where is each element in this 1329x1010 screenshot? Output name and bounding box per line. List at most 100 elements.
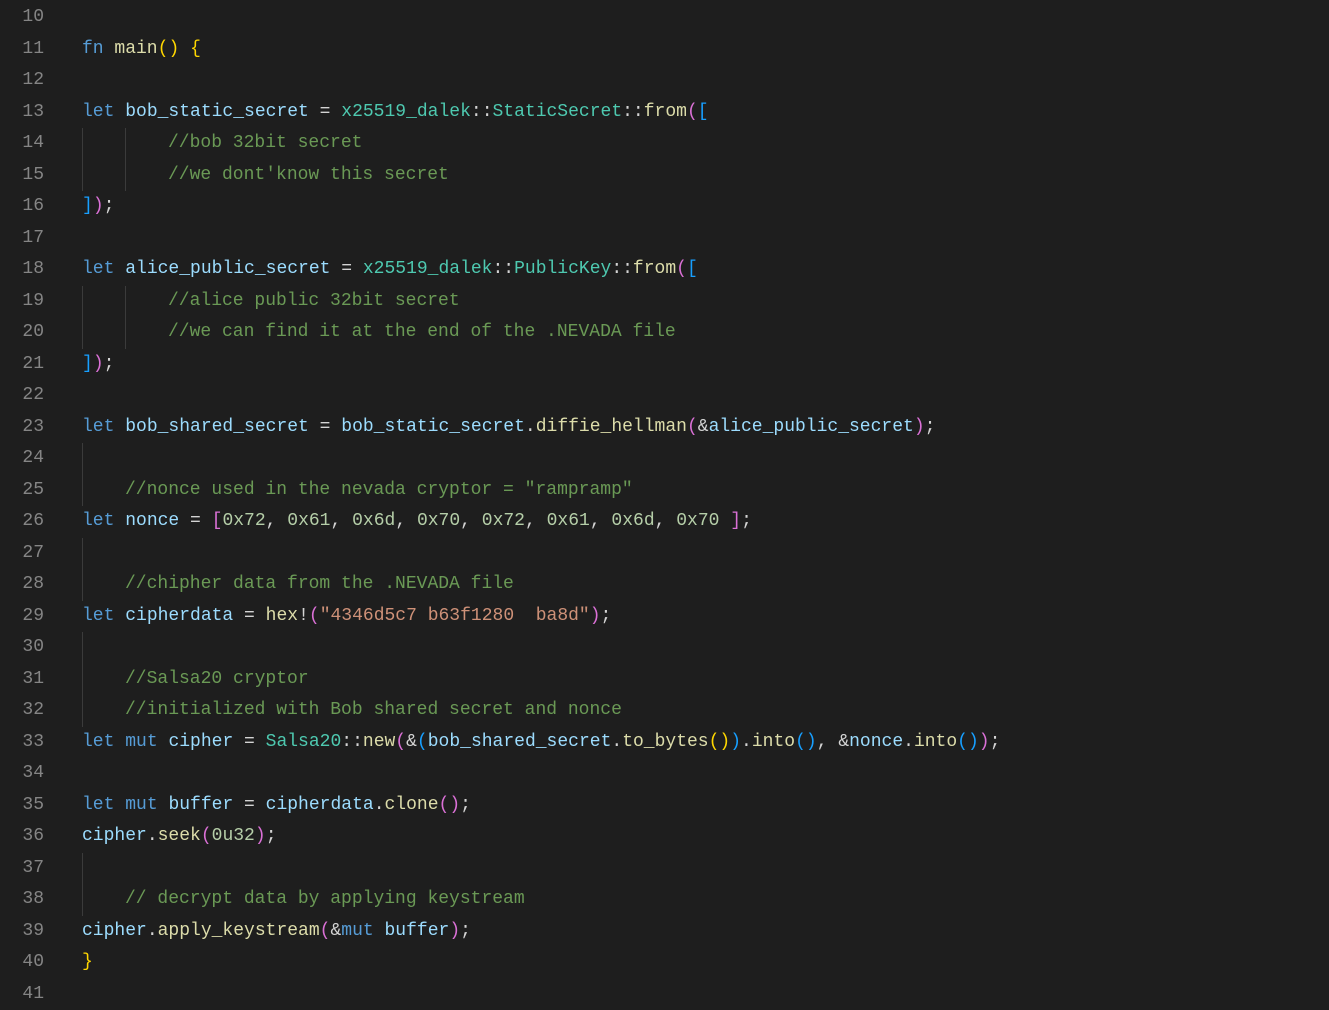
token-br2: [ xyxy=(212,506,223,538)
token-op: , xyxy=(460,506,482,538)
token-op: :: xyxy=(492,254,514,286)
token-num: 0x6d xyxy=(611,506,654,538)
token-var: cipher xyxy=(82,916,147,948)
code-line[interactable]: } xyxy=(66,947,1329,979)
token-var: cipherdata xyxy=(125,601,233,633)
token-br2: ( xyxy=(320,916,331,948)
token-op: . xyxy=(147,821,158,853)
code-line[interactable] xyxy=(66,443,1329,475)
code-line[interactable] xyxy=(66,538,1329,570)
code-line[interactable]: //alice public 32bit secret xyxy=(66,286,1329,318)
token-kw: fn xyxy=(82,34,114,66)
line-number: 24 xyxy=(0,443,44,475)
code-line[interactable]: fn main() { xyxy=(66,34,1329,66)
indent-guide xyxy=(66,191,82,223)
token-var: bob_static_secret xyxy=(341,412,525,444)
token-br3: ( xyxy=(417,727,428,759)
token-var: buffer xyxy=(168,790,233,822)
code-line[interactable]: ]); xyxy=(66,191,1329,223)
token-op: :: xyxy=(611,254,633,286)
indent-guide xyxy=(66,475,82,507)
token-cmt: // decrypt data by applying keystream xyxy=(125,884,525,916)
line-number: 10 xyxy=(0,2,44,34)
token-op: & xyxy=(838,727,849,759)
code-line[interactable]: //initialized with Bob shared secret and… xyxy=(66,695,1329,727)
code-line[interactable]: //nonce used in the nevada cryptor = "ra… xyxy=(66,475,1329,507)
token-br2: ( xyxy=(439,790,450,822)
line-number: 30 xyxy=(0,632,44,664)
token-op: ; xyxy=(925,412,936,444)
code-line[interactable] xyxy=(66,380,1329,412)
code-line[interactable]: let alice_public_secret = x25519_dalek::… xyxy=(66,254,1329,286)
token-op: , xyxy=(331,506,353,538)
token-cmt: //we dont'know this secret xyxy=(168,160,449,192)
token-op: ; xyxy=(990,727,1001,759)
token-var: cipher xyxy=(168,727,233,759)
token-var: bob_shared_secret xyxy=(428,727,612,759)
code-line[interactable]: //we dont'know this secret xyxy=(66,160,1329,192)
token-kw: let xyxy=(82,601,125,633)
token-op: , xyxy=(817,727,839,759)
indent-guide xyxy=(66,569,82,601)
token-br2: ( xyxy=(309,601,320,633)
code-line[interactable]: // decrypt data by applying keystream xyxy=(66,884,1329,916)
line-number: 36 xyxy=(0,821,44,853)
token-kw: let xyxy=(82,506,125,538)
code-line[interactable] xyxy=(66,979,1329,1010)
code-line[interactable]: let mut buffer = cipherdata.clone(); xyxy=(66,790,1329,822)
token-var: bob_shared_secret xyxy=(125,412,309,444)
code-line[interactable] xyxy=(66,632,1329,664)
code-line[interactable]: let cipherdata = hex!("4346d5c7 b63f1280… xyxy=(66,601,1329,633)
code-line[interactable] xyxy=(66,758,1329,790)
token-op: ; xyxy=(741,506,752,538)
token-var: nonce xyxy=(125,506,179,538)
code-line[interactable]: //Salsa20 cryptor xyxy=(66,664,1329,696)
code-line[interactable] xyxy=(66,853,1329,885)
code-editor[interactable]: 1011121314151617181920212223242526272829… xyxy=(0,0,1329,1004)
token-br2: ) xyxy=(449,916,460,948)
token-cmt: //chipher data from the .NEVADA file xyxy=(125,569,514,601)
line-number: 38 xyxy=(0,884,44,916)
token-ns: x25519_dalek xyxy=(363,254,493,286)
line-number: 32 xyxy=(0,695,44,727)
token-br2: ] xyxy=(730,506,741,538)
code-line[interactable]: let nonce = [0x72, 0x61, 0x6d, 0x70, 0x7… xyxy=(66,506,1329,538)
line-number: 19 xyxy=(0,286,44,318)
token-br2: ) xyxy=(979,727,990,759)
token-op: :: xyxy=(622,97,644,129)
token-num: 0x61 xyxy=(287,506,330,538)
indent-guide xyxy=(66,758,82,790)
code-line[interactable] xyxy=(66,65,1329,97)
code-line[interactable]: cipher.apply_keystream(&mut buffer); xyxy=(66,916,1329,948)
indent-guide xyxy=(82,569,125,601)
token-mac: hex xyxy=(266,601,298,633)
token-op: = xyxy=(233,790,265,822)
code-line[interactable]: //bob 32bit secret xyxy=(66,128,1329,160)
code-area[interactable]: fn main() { let bob_static_secret = x2551… xyxy=(66,2,1329,1004)
code-line[interactable]: let mut cipher = Salsa20::new(&(bob_shar… xyxy=(66,727,1329,759)
token-op: = xyxy=(233,601,265,633)
code-line[interactable] xyxy=(66,223,1329,255)
code-line[interactable]: //we can find it at the end of the .NEVA… xyxy=(66,317,1329,349)
code-line[interactable]: let bob_shared_secret = bob_static_secre… xyxy=(66,412,1329,444)
line-number: 33 xyxy=(0,727,44,759)
token-num: 0x72 xyxy=(222,506,265,538)
token-num: 0x70 xyxy=(676,506,719,538)
code-line[interactable]: let bob_static_secret = x25519_dalek::St… xyxy=(66,97,1329,129)
indent-guide xyxy=(66,443,82,475)
token-kw: let xyxy=(82,97,125,129)
code-line[interactable] xyxy=(66,2,1329,34)
line-number: 29 xyxy=(0,601,44,633)
code-line[interactable]: cipher.seek(0u32); xyxy=(66,821,1329,853)
indent-guide xyxy=(66,632,82,664)
token-num: 0x6d xyxy=(352,506,395,538)
code-line[interactable]: ]); xyxy=(66,349,1329,381)
line-number: 23 xyxy=(0,412,44,444)
token-var: buffer xyxy=(385,916,450,948)
token-br3: ] xyxy=(82,191,93,223)
token-op: ; xyxy=(460,790,471,822)
code-line[interactable]: //chipher data from the .NEVADA file xyxy=(66,569,1329,601)
indent-guide xyxy=(66,128,82,160)
token-fn: to_bytes xyxy=(622,727,708,759)
token-op xyxy=(179,34,190,66)
